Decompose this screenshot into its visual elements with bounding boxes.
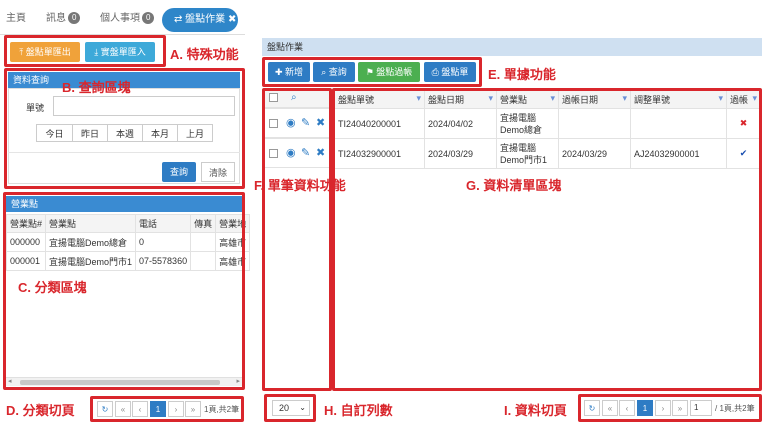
category-prev-page-button[interactable]: ‹ bbox=[132, 401, 148, 417]
annotation-label-c: C. 分類區塊 bbox=[18, 280, 87, 295]
tab-home-label: 主頁 bbox=[6, 13, 26, 24]
tab-stocktake-label: 盤點作業 bbox=[185, 14, 226, 25]
category-page-info: 1頁,共2筆 bbox=[204, 405, 240, 414]
page-1-button[interactable]: 1 bbox=[637, 400, 653, 416]
annotation-box-f bbox=[262, 88, 332, 391]
tab-personal-label: 個人事項 bbox=[100, 13, 140, 24]
tab-home[interactable]: 主頁 bbox=[6, 8, 26, 30]
close-tab-icon[interactable]: ✖ bbox=[228, 14, 236, 25]
messages-count-badge: 0 bbox=[68, 12, 81, 25]
chevron-down-icon: ⌄ bbox=[299, 403, 306, 412]
annotation-box-a bbox=[4, 35, 166, 67]
rows-per-page-select[interactable]: 20 ⌄ bbox=[272, 400, 310, 416]
annotation-label-i: I. 資料切頁 bbox=[504, 403, 567, 418]
annotation-label-e: E. 單據功能 bbox=[488, 67, 556, 82]
personal-count-badge: 0 bbox=[142, 12, 155, 25]
annotation-label-a: A. 特殊功能 bbox=[170, 47, 239, 62]
tab-messages[interactable]: 訊息 0 bbox=[46, 8, 81, 30]
category-first-page-button[interactable]: « bbox=[115, 401, 131, 417]
category-next-page-button[interactable]: › bbox=[168, 401, 184, 417]
annotation-label-b: B. 查詢區塊 bbox=[62, 80, 131, 95]
page-number-input[interactable]: 1 bbox=[690, 400, 712, 416]
annotation-label-h: H. 自訂列數 bbox=[324, 403, 393, 418]
category-page-1-button[interactable]: 1 bbox=[150, 401, 166, 417]
category-refresh-icon[interactable]: ↻ bbox=[97, 401, 113, 417]
annotation-label-g: G. 資料清單區塊 bbox=[466, 178, 562, 193]
swap-icon: ⇄ bbox=[174, 14, 183, 25]
last-page-button[interactable]: » bbox=[672, 400, 688, 416]
category-last-page-button[interactable]: » bbox=[185, 401, 201, 417]
page-info: / 1頁,共2筆 bbox=[715, 404, 755, 413]
refresh-icon[interactable]: ↻ bbox=[584, 400, 600, 416]
tab-messages-label: 訊息 bbox=[46, 13, 66, 24]
tab-stocktake[interactable]: ⇄ 盤點作業 ✖ bbox=[162, 8, 238, 32]
annotation-box-g bbox=[332, 88, 762, 391]
prev-page-button[interactable]: ‹ bbox=[619, 400, 635, 416]
annotation-box-e bbox=[262, 57, 482, 87]
main-panel-title: 盤點作業 bbox=[262, 38, 762, 56]
first-page-button[interactable]: « bbox=[602, 400, 618, 416]
rows-per-page-value: 20 bbox=[279, 403, 290, 413]
tab-personal[interactable]: 個人事項 0 bbox=[100, 8, 155, 30]
annotation-label-d: D. 分類切頁 bbox=[6, 403, 75, 418]
next-page-button[interactable]: › bbox=[655, 400, 671, 416]
